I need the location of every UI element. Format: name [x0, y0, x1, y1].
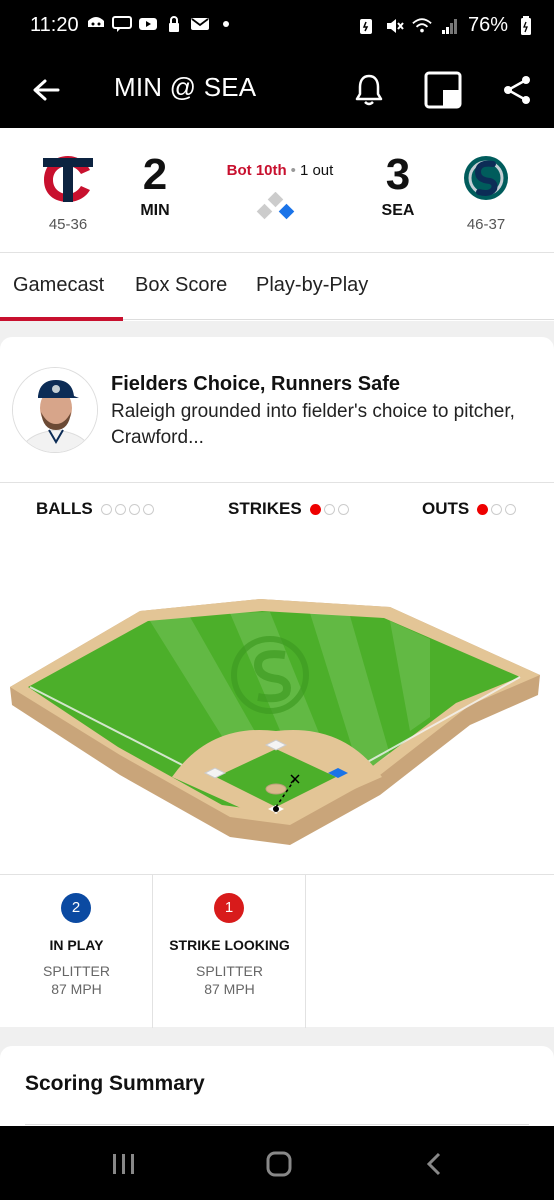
app-header: MIN @ SEA [0, 56, 554, 128]
home-score: 3 [385, 150, 411, 199]
page-title: MIN @ SEA [114, 72, 257, 102]
pitch-number: 1 [214, 893, 244, 923]
strikes-label: STRIKES [228, 499, 302, 518]
notification-icons [86, 14, 236, 34]
pitch-result: STRIKE LOOKING [169, 937, 290, 953]
outs-dot [491, 503, 503, 515]
pitch-item[interactable]: 1 STRIKE LOOKING SPLITTER 87 MPH [153, 875, 306, 1028]
pitch-speed: 87 MPH [204, 981, 255, 997]
status-bar: 11:20 76% [0, 0, 554, 56]
player-avatar[interactable] [12, 367, 98, 453]
balls-label: BALLS [36, 499, 93, 518]
share-icon [504, 76, 530, 104]
twins-logo-icon[interactable] [38, 148, 98, 208]
mariners-logo-icon[interactable] [456, 148, 516, 208]
balls-dot [100, 503, 112, 515]
scoring-summary-title: Scoring Summary [25, 1072, 205, 1095]
pitch-number: 2 [61, 893, 91, 923]
home-record: 46-37 [466, 216, 506, 233]
balls-dots [100, 503, 154, 515]
first-base [278, 203, 295, 220]
recent-apps-icon [113, 1154, 134, 1174]
balls-dot [114, 503, 126, 515]
tab-box-score[interactable]: Box Score [135, 274, 227, 297]
status-time: 11:20 [30, 14, 79, 36]
divider [0, 482, 554, 483]
play-description: Raleigh grounded into fielder's choice t… [111, 401, 515, 448]
outs-count: OUTS [422, 499, 517, 519]
scoring-summary-card: Scoring Summary [0, 1046, 554, 1126]
outs-dot [477, 503, 489, 515]
balls-dot [128, 503, 140, 515]
tab-gamecast[interactable]: Gamecast [13, 274, 104, 297]
away-abbr: MIN [140, 202, 170, 219]
system-icons: 76% [356, 14, 536, 37]
pitch-result: IN PLAY [49, 937, 104, 953]
tab-bar: Gamecast Box Score Play-by-Play [0, 254, 554, 321]
app-notification-icon [86, 14, 106, 34]
mail-icon [190, 14, 210, 34]
divider [25, 1124, 529, 1125]
home-abbr: SEA [381, 202, 415, 219]
strikes-dots [309, 503, 349, 515]
system-back-button[interactable] [414, 1148, 454, 1180]
tab-play-by-play[interactable]: Play-by-Play [256, 274, 368, 297]
inning-status: Bot 10th • 1 out [200, 162, 360, 179]
signal-icon [440, 16, 460, 36]
back-button[interactable] [26, 70, 66, 110]
bell-icon [355, 74, 383, 106]
play-title: Fielders Choice, Runners Safe [111, 373, 400, 395]
balls-count: BALLS [36, 499, 154, 519]
bases-diamond [256, 192, 295, 220]
outs-dot [505, 503, 517, 515]
chevron-left-icon [426, 1152, 441, 1176]
strikes-dot [323, 503, 335, 515]
third-base [256, 203, 273, 220]
strikes-dot [309, 503, 321, 515]
message-icon [112, 14, 132, 34]
lock-icon [164, 14, 184, 34]
battery-percent: 76% [467, 14, 508, 36]
notifications-button[interactable] [347, 68, 391, 112]
balls-dot [142, 503, 154, 515]
home-icon [266, 1151, 292, 1177]
back-arrow-icon [33, 79, 60, 101]
pitch-type: SPLITTER [196, 963, 263, 979]
strikes-count: STRIKES [228, 499, 349, 519]
picture-in-picture-button[interactable] [421, 68, 465, 112]
system-nav-bar [0, 1126, 554, 1200]
pitch-type: SPLITTER [43, 963, 110, 979]
second-base [267, 192, 284, 208]
youtube-icon [138, 14, 158, 34]
pitch-list: 2 IN PLAY SPLITTER 87 MPH 1 STRIKE LOOKI… [0, 874, 554, 1028]
pitchers-mound [265, 783, 287, 795]
picture-in-picture-icon [424, 71, 462, 109]
wifi-icon [412, 16, 432, 36]
away-score: 2 [142, 150, 168, 199]
strikes-dot [337, 503, 349, 515]
play-card: Fielders Choice, Runners Safe Raleigh gr… [0, 337, 554, 1028]
inning-label: Bot 10th [226, 162, 287, 179]
separator-dot: • [290, 162, 296, 179]
pitch-speed: 87 MPH [51, 981, 102, 997]
mute-icon [384, 16, 404, 36]
battery-icon [516, 15, 536, 36]
scoreboard: 45-36 2 MIN Bot 10th • 1 out 3 SEA 46-37 [0, 128, 554, 253]
outs-text: 1 out [299, 162, 334, 179]
recent-apps-button[interactable] [104, 1148, 144, 1180]
battery-saver-icon [356, 16, 376, 36]
more-dot-icon [216, 14, 236, 34]
away-record: 45-36 [48, 216, 88, 233]
count-row: BALLS STRIKES OUTS [0, 499, 554, 529]
share-button[interactable] [495, 68, 539, 112]
outs-label: OUTS [422, 499, 470, 518]
home-button[interactable] [259, 1148, 299, 1180]
pitch-item[interactable]: 2 IN PLAY SPLITTER 87 MPH [0, 875, 153, 1028]
baseball-field-graphic [10, 599, 540, 845]
outs-dots [477, 503, 517, 515]
